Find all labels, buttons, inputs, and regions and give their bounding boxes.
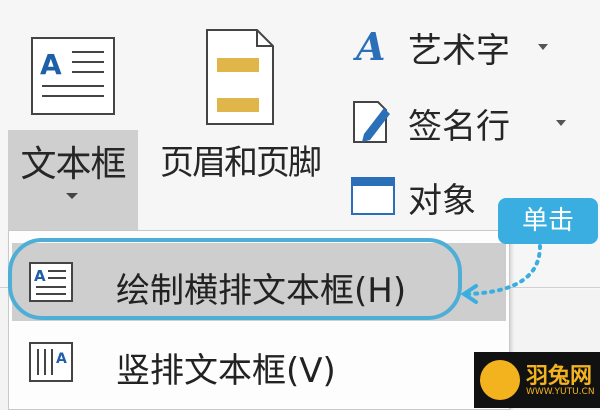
highlight-ring xyxy=(8,238,462,320)
vertical-text-box-icon: A xyxy=(29,342,73,382)
svg-text:A: A xyxy=(353,24,385,68)
text-box-label: 文本框 xyxy=(20,144,126,185)
signature-line-button[interactable]: 签名行 xyxy=(350,92,590,148)
svg-text:A: A xyxy=(56,351,67,367)
object-icon xyxy=(351,177,395,215)
menu-item-label: 竖排文本框(V) xyxy=(116,351,336,391)
signature-line-label: 签名行 xyxy=(408,107,510,147)
callout-pointer xyxy=(460,244,542,304)
svg-text:A: A xyxy=(40,48,62,81)
text-box-icon: A xyxy=(31,37,115,115)
chevron-down-icon xyxy=(66,193,78,199)
watermark-brand: 羽兔网 xyxy=(526,364,593,389)
text-box-dropdown-button[interactable]: 文本框 xyxy=(8,130,138,230)
watermark: 羽兔网 WWW.YUTU.CN xyxy=(474,352,600,408)
object-label: 对象 xyxy=(408,181,476,221)
header-footer-icon xyxy=(206,29,274,125)
brand-logo-icon xyxy=(480,360,520,400)
header-footer-button[interactable]: 页眉和页脚 xyxy=(142,8,338,230)
menu-item-vertical-text-box[interactable]: A 竖排文本框(V) xyxy=(12,323,506,401)
signature-line-icon xyxy=(353,101,390,143)
word-art-button[interactable]: A 艺术字 xyxy=(350,16,590,72)
header-footer-label: 页眉和页脚 xyxy=(160,143,322,183)
chevron-down-icon xyxy=(556,120,566,126)
click-callout: 单击 xyxy=(498,198,598,244)
text-box-button[interactable]: A xyxy=(8,8,138,130)
word-art-label: 艺术字 xyxy=(408,31,510,71)
watermark-url: WWW.YUTU.CN xyxy=(526,387,595,397)
chevron-down-icon xyxy=(538,44,548,50)
word-art-icon: A xyxy=(353,24,385,68)
